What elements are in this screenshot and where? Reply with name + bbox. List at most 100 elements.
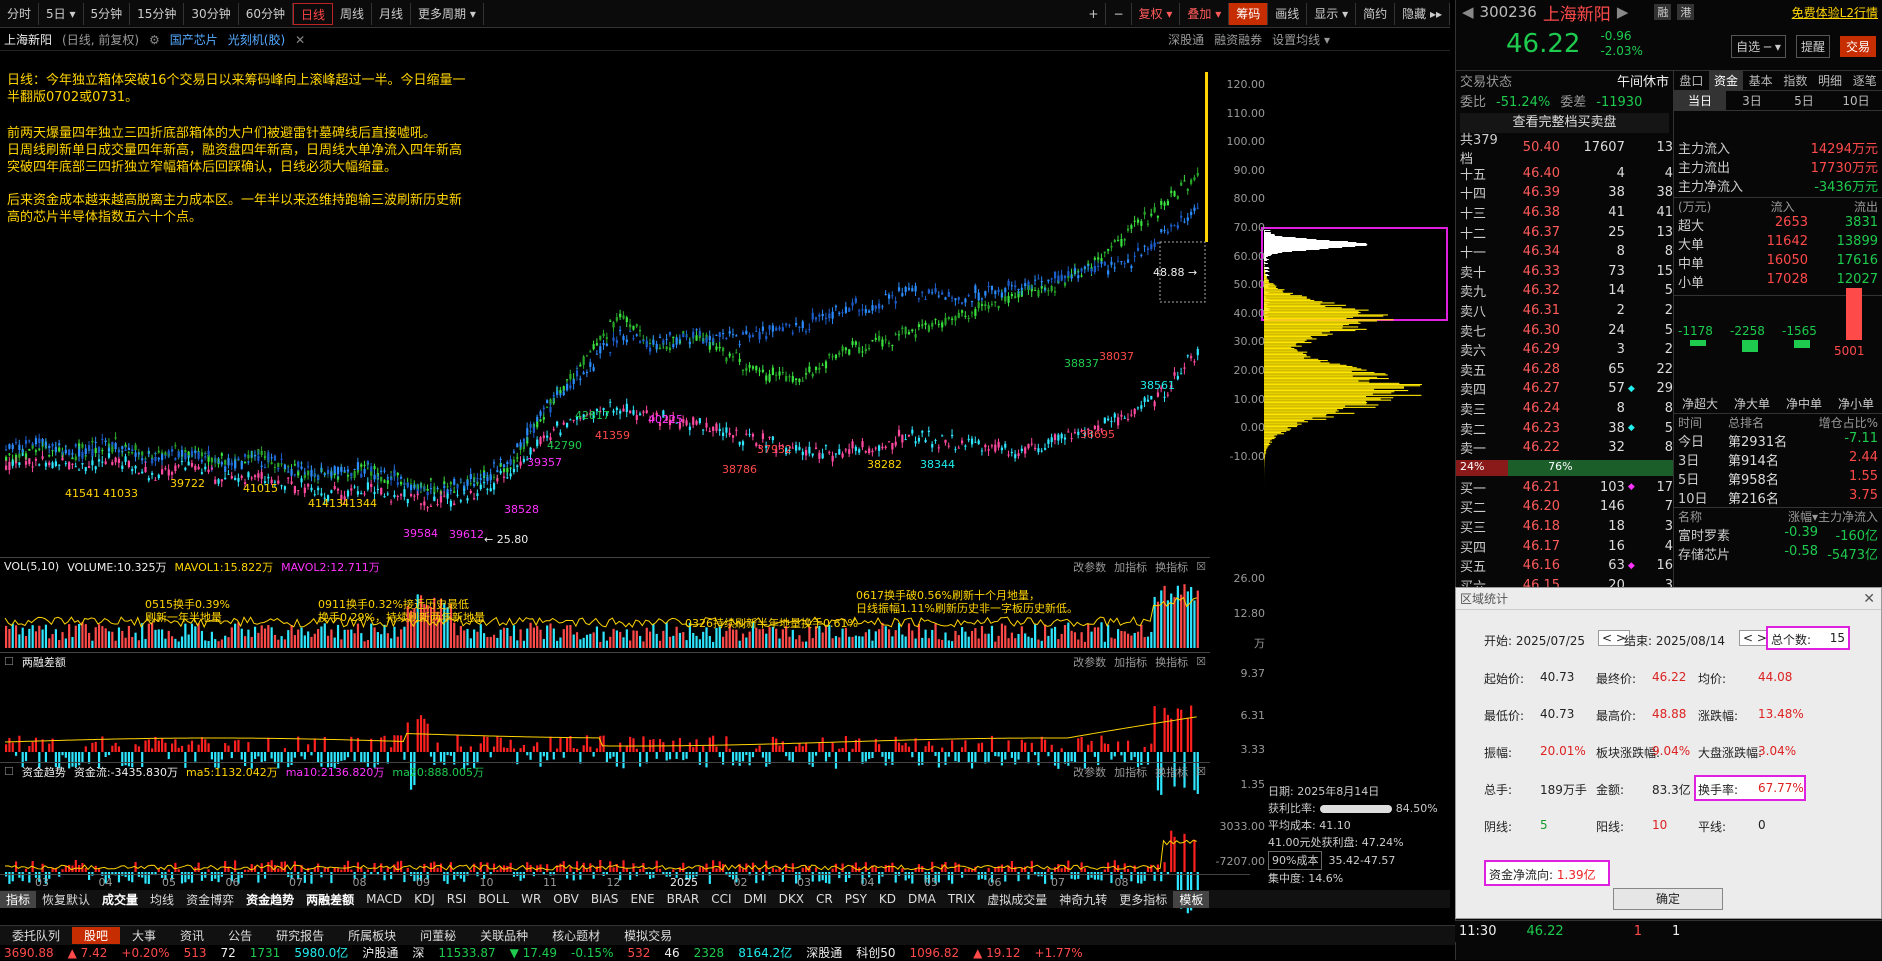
indicator-tab[interactable]: CR: [810, 892, 839, 906]
ask-row[interactable]: 卖三46.2488: [1460, 399, 1673, 419]
period-tab[interactable]: 更多周期 ▾: [411, 3, 484, 25]
bottom-tab[interactable]: 股吧: [72, 927, 120, 944]
period-tab[interactable]: 60分钟: [239, 3, 293, 25]
margin-label[interactable]: 融资融券: [1214, 31, 1262, 48]
bottom-tab[interactable]: 所属板块: [336, 927, 408, 944]
period-tab[interactable]: 30分钟: [184, 3, 238, 25]
vol-add-indicator[interactable]: 加指标: [1114, 559, 1147, 575]
period-tab[interactable]: 周线: [333, 3, 372, 25]
toolbar-right-btn[interactable]: −: [1106, 3, 1131, 25]
bottom-tab[interactable]: 模拟交易: [612, 927, 684, 944]
toolbar-right-btn[interactable]: 隐藏 ▸▸: [1395, 3, 1450, 25]
indicator-tab[interactable]: KD: [873, 892, 902, 906]
toolbar-right-btn[interactable]: 叠加 ▾: [1180, 3, 1229, 25]
sector-row[interactable]: 存储芯片-0.58-5473亿: [1674, 544, 1882, 563]
fund-tab[interactable]: 盘口: [1674, 71, 1709, 90]
ask-row[interactable]: 十三46.384141: [1460, 203, 1673, 223]
flow-close-icon[interactable]: ☒: [1196, 765, 1206, 778]
indicator-tab[interactable]: 指标: [0, 891, 36, 908]
ask-row[interactable]: 卖一46.22328: [1460, 438, 1673, 458]
bottom-tab[interactable]: 研究报告: [264, 927, 336, 944]
ask-row[interactable]: 十二46.372513: [1460, 222, 1673, 242]
prev-stock-icon[interactable]: ◀: [1462, 3, 1474, 21]
indicator-tab[interactable]: BOLL: [472, 892, 515, 906]
indicator-tab[interactable]: 资金博弈: [180, 891, 240, 908]
period-tab-fund[interactable]: 10日: [1830, 91, 1882, 110]
chip-range-select[interactable]: 90%成本: [1268, 851, 1322, 870]
ask-row[interactable]: 十五46.4044: [1460, 164, 1673, 184]
indicator-tab[interactable]: BRAR: [661, 892, 706, 906]
margin-close-icon[interactable]: ☒: [1196, 655, 1206, 668]
vol-edit-params[interactable]: 改参数: [1073, 559, 1106, 575]
flow-edit-params[interactable]: 改参数: [1073, 764, 1106, 780]
period-tab[interactable]: 5分钟: [84, 3, 131, 25]
ask-row[interactable]: 卖九46.32145: [1460, 281, 1673, 301]
bottom-tab[interactable]: 委托队列: [0, 927, 72, 944]
bottom-tab[interactable]: 资讯: [168, 927, 216, 944]
indicator-tab[interactable]: MACD: [360, 892, 408, 906]
toolbar-right-btn[interactable]: 复权 ▾: [1132, 3, 1181, 25]
sgt-link[interactable]: 深股通: [806, 944, 842, 961]
indicator-tab[interactable]: WR: [515, 892, 547, 906]
period-tab-fund[interactable]: 3日: [1726, 91, 1778, 110]
ask-row[interactable]: 卖八46.3122: [1460, 301, 1673, 321]
trade-button[interactable]: 交易: [1840, 36, 1876, 57]
fund-tab[interactable]: 资金: [1709, 71, 1744, 90]
indicator-tab[interactable]: 两融差额: [300, 891, 360, 908]
flow-switch-indicator[interactable]: 换指标: [1155, 764, 1188, 780]
indicator-tab[interactable]: 恢复默认: [36, 891, 96, 908]
bottom-tab[interactable]: 关联品种: [468, 927, 540, 944]
indicator-tab[interactable]: BIAS: [585, 892, 625, 906]
bid-row[interactable]: 买五46.1663◆16: [1460, 556, 1673, 576]
margin-edit-params[interactable]: 改参数: [1073, 654, 1106, 670]
indicator-tab[interactable]: DKX: [773, 892, 810, 906]
settings-icon[interactable]: ⚙: [149, 33, 160, 47]
indicator-tab[interactable]: 更多指标: [1113, 891, 1173, 908]
ask-row[interactable]: 卖二46.2338◆5: [1460, 418, 1673, 438]
indicator-tab[interactable]: 资金趋势: [240, 891, 300, 908]
ask-row[interactable]: 卖十46.337315: [1460, 262, 1673, 282]
flow-add-indicator[interactable]: 加指标: [1114, 764, 1147, 780]
indicator-tab[interactable]: 成交量: [96, 891, 144, 908]
bid-row[interactable]: 买二46.201467: [1460, 497, 1673, 517]
bottom-tab[interactable]: 核心题材: [540, 927, 612, 944]
sgt-label[interactable]: 深股通: [1168, 31, 1204, 48]
toolbar-right-btn[interactable]: 画线: [1268, 3, 1307, 25]
indicator-tab[interactable]: CCI: [705, 892, 737, 906]
period-tab[interactable]: 5日 ▾: [39, 3, 83, 25]
fund-tab[interactable]: 逐笔: [1847, 71, 1882, 90]
promo-link[interactable]: 免费体验L2行情: [1792, 4, 1878, 21]
indicator-tab[interactable]: 虚拟成交量: [981, 891, 1053, 908]
period-tab[interactable]: 15分钟: [130, 3, 184, 25]
bottom-tab[interactable]: 公告: [216, 927, 264, 944]
hgt-link[interactable]: 沪股通: [362, 944, 398, 961]
ask-row[interactable]: 卖六46.2932: [1460, 340, 1673, 360]
toolbar-right-btn[interactable]: 简约: [1356, 3, 1395, 25]
period-tab[interactable]: 月线: [372, 3, 411, 25]
indicator-tab[interactable]: KDJ: [408, 892, 441, 906]
period-tab[interactable]: 日线: [293, 3, 333, 25]
bid-row[interactable]: 买一46.21103◆17: [1460, 478, 1673, 498]
tag-litho[interactable]: 光刻机(胶): [228, 31, 285, 48]
watchlist-button[interactable]: 自选 ─ ▾: [1731, 35, 1786, 58]
indicator-tab[interactable]: PSY: [839, 892, 873, 906]
bottom-tab[interactable]: 问董秘: [408, 927, 468, 944]
fund-tab[interactable]: 基本: [1743, 71, 1778, 90]
indicator-tab[interactable]: 模板: [1173, 891, 1209, 908]
toolbar-right-btn[interactable]: 筹码: [1229, 3, 1268, 25]
close-icon[interactable]: ✕: [295, 33, 305, 47]
ask-row[interactable]: 十四46.393838: [1460, 183, 1673, 203]
toolbar-right-btn[interactable]: 显示 ▾: [1307, 3, 1356, 25]
indicator-tab[interactable]: ENE: [624, 892, 660, 906]
ma-setting[interactable]: 设置均线 ▾: [1272, 31, 1330, 48]
fund-tab[interactable]: 指数: [1778, 71, 1813, 90]
tag-chip[interactable]: 国产芯片: [170, 31, 218, 48]
dialog-close-icon[interactable]: ✕: [1863, 591, 1875, 607]
bottom-tab[interactable]: 大事: [120, 927, 168, 944]
bid-row[interactable]: 买三46.18183: [1460, 517, 1673, 537]
margin-add-indicator[interactable]: 加指标: [1114, 654, 1147, 670]
period-tab-fund[interactable]: 5日: [1778, 91, 1830, 110]
fund-tab[interactable]: 明细: [1813, 71, 1848, 90]
ask-row[interactable]: 卖五46.286522: [1460, 360, 1673, 380]
indicator-tab[interactable]: DMA: [902, 892, 942, 906]
